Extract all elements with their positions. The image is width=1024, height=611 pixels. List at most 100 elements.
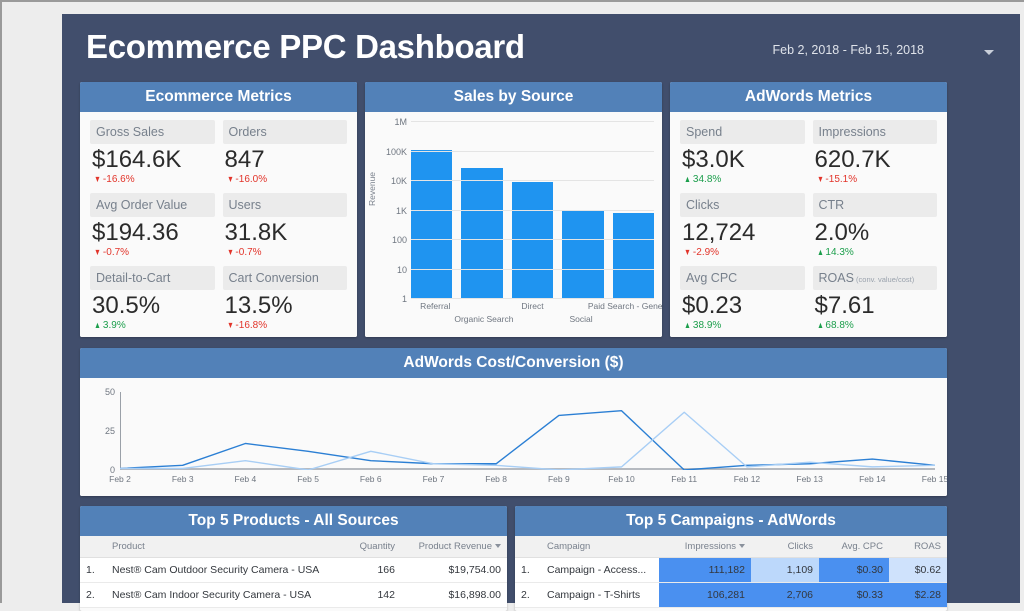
gridline: 100K [386, 147, 654, 157]
metric-label-pill: ROAS (conv. value/cost) [812, 266, 937, 290]
arrow-down-icon: ▼ [94, 247, 101, 257]
column-header[interactable]: Product Revenue [401, 536, 507, 558]
x-axis-tick-label: Feb 4 [234, 474, 257, 484]
column-header[interactable]: Clicks [751, 536, 819, 558]
metric-label-pill: Clicks [680, 193, 805, 217]
x-axis-tick-label: Social [569, 314, 593, 324]
metric-label-pill: Avg CPC [680, 266, 805, 290]
metric-value: 30.5% [92, 292, 161, 319]
metric-value: 12,724 [682, 219, 756, 246]
x-axis-tick-label: Feb 14 [859, 474, 886, 484]
sort-descending-icon[interactable] [495, 544, 501, 549]
table-row[interactable]: 1. Campaign - Access... 111,182 1,109 $0.30 $… [515, 557, 947, 583]
metric-delta: ▼ -15.1% [813, 173, 938, 186]
metric-card[interactable]: Detail-to-Cart 30.5% ▲ 3.9% [90, 266, 215, 337]
x-axis-tick-label: Feb 12 [733, 474, 761, 484]
table-header-row: Campaign Impressions Clicks Avg. CPC ROAS [515, 536, 947, 558]
chevron-down-icon[interactable] [984, 50, 994, 55]
bar[interactable] [461, 167, 503, 299]
y-axis-tick-label: 1 [401, 294, 407, 304]
y-axis-tick-label: 50 [104, 387, 115, 397]
y-axis-tick-label: 10 [396, 264, 407, 275]
bar[interactable] [612, 213, 654, 299]
column-header[interactable]: Product [106, 536, 329, 558]
panel-title: Sales by Source [365, 82, 662, 112]
metric-label: Detail-to-Cart [96, 271, 171, 285]
x-axis-tick-label: Paid Search - Generic [587, 301, 662, 311]
arrow-down-icon: ▼ [94, 174, 101, 184]
metric-label-pill: Avg Order Value [90, 193, 215, 217]
arrow-up-icon: ▲ [684, 174, 691, 184]
metric-label: Avg Order Value [96, 198, 188, 212]
table-row[interactable]: 1. Nest® Cam Outdoor Security Camera - US… [80, 557, 507, 583]
bar[interactable] [511, 181, 554, 299]
arrow-down-icon: ▼ [226, 320, 234, 330]
metric-card[interactable]: Users 31.8K ▼ -0.7% [222, 193, 347, 266]
metric-value: 31.8K [224, 219, 288, 246]
x-axis-tick-label: Organic Search [454, 314, 514, 324]
sales-by-source-chart: Revenue 1 10 100 1K 10K 100K 1M Referral Organi… [365, 112, 662, 337]
cell-idx: 1. [515, 557, 541, 583]
cell-product: Nest® Cam Outdoor Security Camera - USA [106, 557, 329, 583]
table-row[interactable]: 2. Campaign - T-Shirts 106,281 2,706 $0.33 $2… [515, 582, 947, 608]
metric-value: $3.0K [682, 146, 745, 173]
metric-value: $194.36 [92, 219, 179, 246]
cell-impressions: 111,182 [659, 557, 751, 583]
column-header[interactable] [80, 536, 106, 558]
page-title: Ecommerce PPC Dashboard [86, 28, 525, 65]
metric-card[interactable]: Avg Order Value $194.36 ▼ -0.7% [90, 193, 215, 266]
metric-label: Cart Conversion [228, 271, 319, 285]
panel-title: Ecommerce Metrics [80, 82, 357, 112]
metric-label: Clicks [686, 198, 720, 212]
x-axis-tick-label: Feb 10 [608, 474, 635, 484]
metric-card[interactable]: Impressions 620.7K ▼ -15.1% [812, 120, 938, 193]
metric-card[interactable]: CTR 2.0% ▲ 14.3% [812, 193, 937, 266]
line-series-svg [120, 392, 935, 470]
metric-label: Avg CPC [686, 271, 738, 285]
arrow-up-icon: ▲ [684, 320, 691, 330]
dashboard-header: Ecommerce PPC Dashboard Feb 2, 2018 - Fe… [62, 14, 1020, 82]
cell-clicks: 1,109 [751, 557, 819, 583]
metric-card[interactable]: Cart Conversion 13.5% ▼ -16.8% [222, 266, 348, 337]
metric-delta-value: -15.1% [825, 174, 858, 185]
column-header[interactable]: Quantity [329, 536, 401, 558]
metric-card[interactable]: ROAS (conv. value/cost) $7.61 ▲ 68.8% [812, 266, 937, 337]
metric-label-pill: Users [222, 193, 347, 217]
metric-delta-value: 3.9% [102, 320, 126, 331]
metric-card[interactable]: Gross Sales $164.6K ▼ -16.6% [90, 120, 215, 193]
y-axis-tick-label: 100K [385, 146, 407, 157]
metric-label: CTR [818, 198, 845, 212]
metric-delta: ▼ -16.8% [223, 319, 348, 332]
arrow-down-icon: ▼ [226, 247, 234, 257]
arrow-down-icon: ▼ [684, 247, 691, 257]
y-axis-tick-label: 25 [104, 426, 115, 436]
cell-idx: 2. [515, 582, 541, 608]
column-header[interactable]: Impressions [659, 536, 751, 558]
cost-conversion-panel: AdWords Cost/Conversion ($) 0 25 50 Feb 2 Fe… [80, 348, 947, 496]
metric-delta: ▲ 34.8% [680, 173, 805, 186]
gridline: 1K [396, 206, 654, 216]
metric-card[interactable]: Orders 847 ▼ -16.0% [222, 120, 347, 193]
date-range-selector[interactable]: Feb 2, 2018 - Feb 15, 2018 [773, 43, 925, 57]
column-header[interactable]: Campaign [541, 536, 659, 558]
arrow-down-icon: ▼ [816, 174, 824, 184]
x-axis-tick-label: Referral [420, 301, 451, 311]
metric-card[interactable]: Clicks 12,724 ▼ -2.9% [680, 193, 805, 266]
top-products-table-wrap: Product Quantity Product Revenue 1. Nest® C… [80, 536, 507, 608]
bar[interactable] [562, 210, 604, 299]
column-header[interactable]: Avg. CPC [819, 536, 889, 558]
metric-label: Users [228, 198, 262, 212]
x-axis-tick-label: Direct [521, 301, 544, 311]
metric-sublabel: (conv. value/cost) [853, 275, 915, 284]
metric-delta-value: -16.6% [102, 174, 135, 185]
metric-card[interactable]: Spend $3.0K ▲ 34.8% [680, 120, 805, 193]
metric-card[interactable]: Avg CPC $0.23 ▲ 38.9% [680, 266, 805, 337]
column-header[interactable]: ROAS [889, 536, 947, 558]
metric-label-pill: Spend [680, 120, 805, 144]
column-header[interactable] [515, 536, 541, 558]
x-axis-tick-label: Feb 11 [671, 474, 698, 484]
sort-descending-icon[interactable] [739, 544, 745, 549]
x-axis-tick-label: Feb 15 [921, 474, 947, 484]
bar[interactable] [411, 149, 453, 299]
table-row[interactable]: 2. Nest® Cam Indoor Security Camera - USA… [80, 582, 507, 608]
